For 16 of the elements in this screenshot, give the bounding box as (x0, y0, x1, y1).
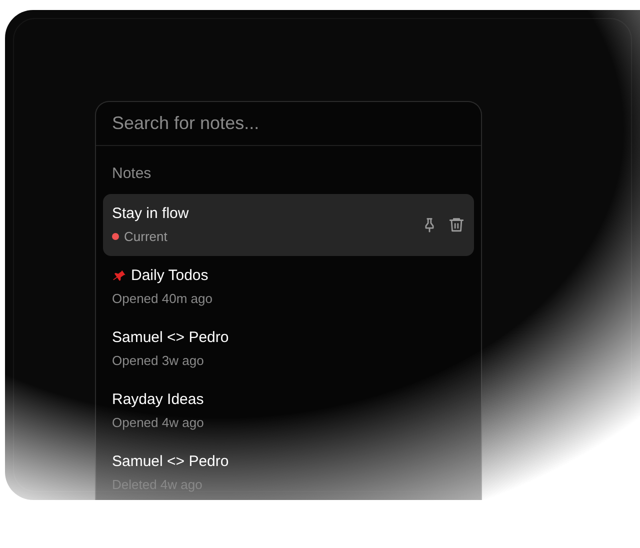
note-item[interactable]: Daily Todos Opened 40m ago (103, 256, 474, 318)
search-field[interactable]: Search for notes... (96, 102, 481, 146)
note-title: Daily Todos (131, 266, 208, 284)
note-title: Rayday Ideas (112, 390, 204, 408)
section-title: Notes (112, 164, 152, 184)
note-title: Samuel <> Pedro (112, 452, 229, 470)
note-item[interactable]: Rayday Ideas Opened 4w ago (103, 380, 474, 442)
note-item[interactable]: Stay in flow Current (103, 194, 474, 256)
note-subtitle: Opened 4w ago (112, 414, 204, 430)
trash-icon[interactable] (448, 216, 465, 233)
note-item[interactable]: Samuel <> Pedro Opened 3w ago (103, 318, 474, 380)
note-subtitle: Opened 40m ago (112, 290, 212, 306)
note-title: Stay in flow (112, 204, 189, 222)
note-subtitle: Opened 3w ago (112, 352, 204, 368)
note-title: Samuel <> Pedro (112, 328, 229, 346)
note-subtitle: Current (124, 228, 168, 244)
